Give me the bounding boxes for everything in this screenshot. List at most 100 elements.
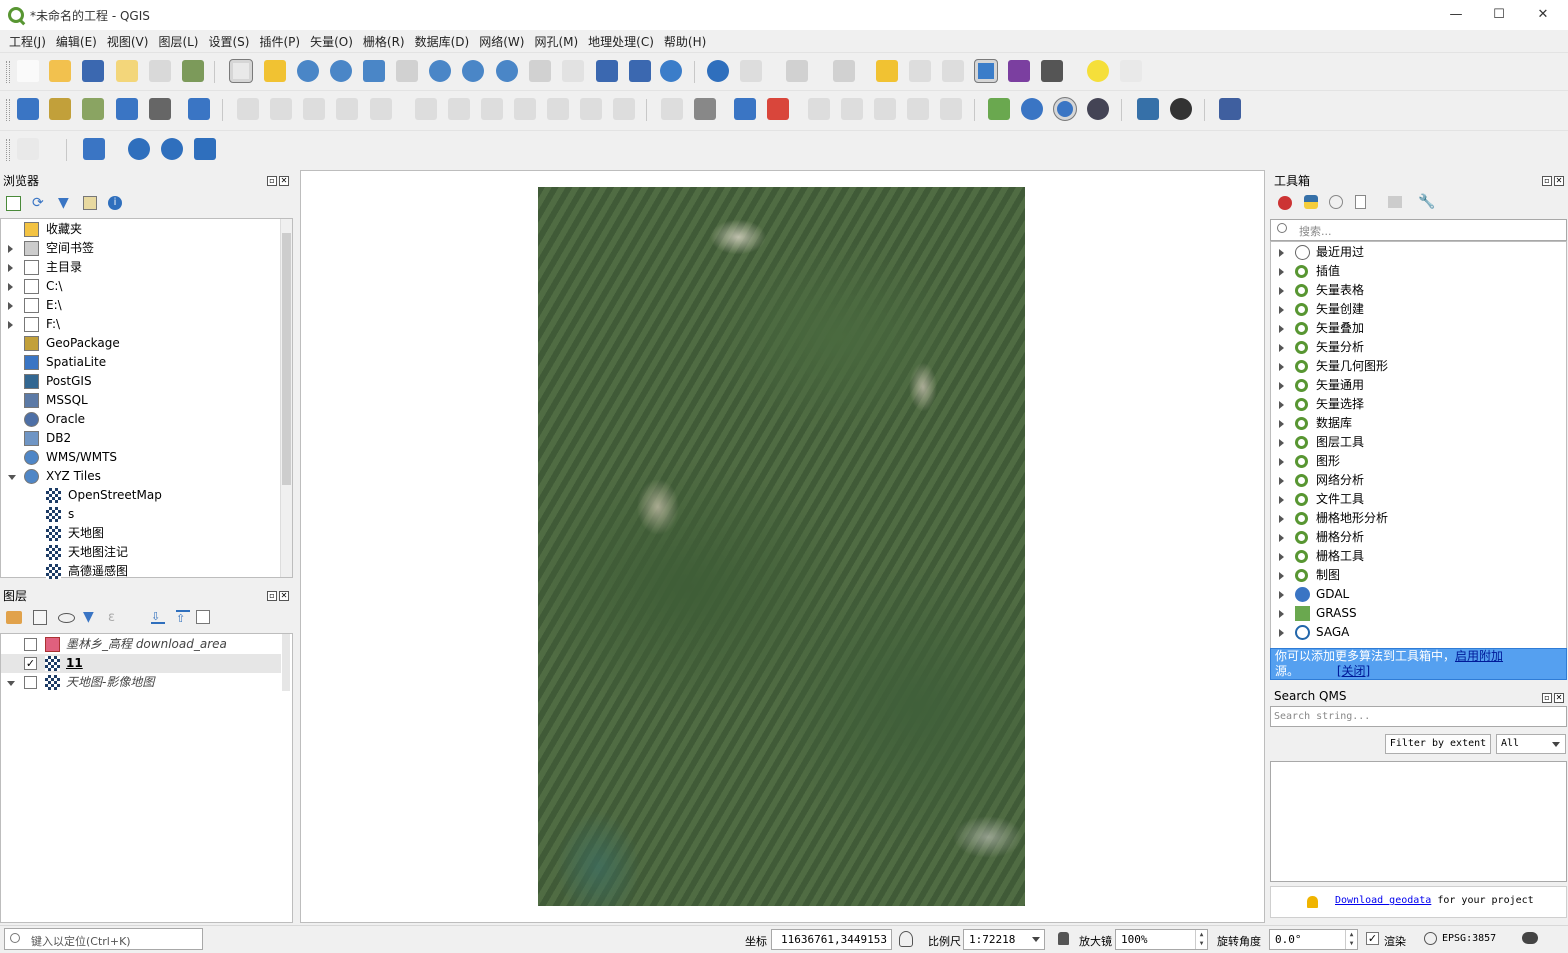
browser-item[interactable]: 高德遥感图 (1, 562, 279, 581)
toolbar-handle[interactable] (6, 139, 10, 161)
select-by-value-icon[interactable] (833, 60, 855, 82)
expand-arrow-icon[interactable] (1279, 382, 1284, 390)
deselect-icon[interactable] (876, 60, 898, 82)
menu-item[interactable]: 插件(P) (254, 30, 305, 52)
layer-row[interactable]: ✓ 11 (1, 654, 281, 673)
new-bookmark-icon[interactable] (596, 60, 618, 82)
menu-item[interactable]: 地理处理(C) (583, 30, 659, 52)
menu-item[interactable]: 网络(W) (474, 30, 529, 52)
redo-icon[interactable] (613, 98, 635, 120)
expand-arrow-icon[interactable] (1279, 458, 1284, 466)
label-toolbar-icon[interactable] (661, 98, 683, 120)
expand-arrow-icon[interactable] (1279, 420, 1284, 428)
toolbox-provider-item[interactable]: 栅格地形分析 (1271, 509, 1561, 528)
browser-item[interactable]: E:\ (1, 296, 279, 315)
style-manager-icon[interactable] (6, 611, 22, 624)
maximize-button[interactable]: ☐ (1484, 4, 1514, 26)
zoom-next-icon[interactable] (529, 60, 551, 82)
magnifier-field[interactable]: 100% ▲ ▼ (1115, 929, 1208, 950)
zoom-to-layer-icon[interactable] (429, 60, 451, 82)
toolbox-provider-item[interactable]: 矢量创建 (1271, 300, 1561, 319)
toolbox-provider-item[interactable]: 制图 (1271, 566, 1561, 585)
layer-visibility-checkbox[interactable] (24, 638, 37, 651)
qms-filter-select[interactable]: All (1496, 734, 1566, 754)
crs-globe-icon[interactable] (1424, 932, 1437, 945)
qms-results-list[interactable] (1270, 761, 1567, 882)
layer-styling-icon[interactable] (83, 138, 105, 160)
layers-dock-buttons[interactable]: ▫ ✕ (265, 587, 291, 601)
eye-icon[interactable] (58, 613, 75, 623)
show-bookmarks-icon[interactable] (629, 60, 651, 82)
change-label-icon[interactable] (940, 98, 962, 120)
download-geodata-link[interactable]: Download geodata (1335, 895, 1431, 906)
cut-features-icon[interactable] (481, 98, 503, 120)
menu-item[interactable]: 矢量(O) (305, 30, 358, 52)
pan-to-selection-icon[interactable] (264, 60, 286, 82)
toolbox-provider-item[interactable]: GDAL (1271, 585, 1561, 604)
browser-item[interactable]: C:\ (1, 277, 279, 296)
toolbox-provider-item[interactable]: 图形 (1271, 452, 1561, 471)
python-scripts-icon[interactable] (1304, 195, 1318, 209)
layer-row[interactable]: 墨林乡_高程 download_area (1, 635, 281, 654)
expand-arrow-icon[interactable] (1279, 287, 1284, 295)
collapse-arrow-icon[interactable] (8, 475, 16, 480)
toolbox-provider-item[interactable]: 最近用过 (1271, 243, 1561, 262)
layer-visibility-checkbox[interactable] (24, 676, 37, 689)
action-icon[interactable] (740, 60, 762, 82)
refresh-icon[interactable]: ⟳ (32, 195, 44, 211)
toolbox-provider-item[interactable]: 矢量通用 (1271, 376, 1561, 395)
expand-arrow-icon[interactable] (1279, 496, 1284, 504)
data-source-manager-icon[interactable] (17, 98, 39, 120)
expand-arrow-icon[interactable] (1279, 249, 1284, 257)
settings-gear-icon[interactable] (128, 138, 150, 160)
toolbox-provider-item[interactable]: 矢量分析 (1271, 338, 1561, 357)
filter-by-extent-button[interactable]: Filter by extent (1385, 734, 1491, 754)
measure-icon[interactable] (1041, 60, 1063, 82)
georeferencer-triangle-icon[interactable] (988, 98, 1010, 120)
new-spatialite-layer-icon[interactable] (116, 98, 138, 120)
pin-labels-icon[interactable] (808, 98, 830, 120)
qms-dock-buttons[interactable]: ▫ ✕ (1540, 689, 1566, 703)
collapse-arrow-icon[interactable] (7, 681, 15, 686)
zoom-in-icon[interactable] (297, 60, 319, 82)
expand-arrow-icon[interactable] (1279, 439, 1284, 447)
browser-item[interactable]: F:\ (1, 315, 279, 334)
browser-item[interactable]: 天地图 (1, 524, 279, 543)
new-map-view-icon[interactable] (562, 60, 584, 82)
browser-dock-buttons[interactable]: ▫ ✕ (265, 172, 291, 186)
expand-arrow-icon[interactable] (1279, 268, 1284, 276)
toolbox-provider-item[interactable]: 栅格工具 (1271, 547, 1561, 566)
vertex-tool-icon[interactable] (370, 98, 392, 120)
rotation-field[interactable]: 0.0° ▲ ▼ (1269, 929, 1358, 950)
toolbox-provider-item[interactable]: 图层工具 (1271, 433, 1561, 452)
toolbox-dock-buttons[interactable]: ▫ ✕ (1540, 172, 1566, 186)
layer-labeling-icon[interactable] (767, 98, 789, 120)
pan-map-icon[interactable] (229, 59, 253, 83)
menu-item[interactable]: 视图(V) (102, 30, 154, 52)
toolbox-provider-item[interactable]: 网络分析 (1271, 471, 1561, 490)
zoom-last-icon[interactable] (496, 60, 518, 82)
expand-arrow-icon[interactable] (1279, 534, 1284, 542)
expression-filter-icon[interactable]: ε (108, 610, 115, 625)
zoom-native-icon[interactable] (462, 60, 484, 82)
browser-item[interactable]: MSSQL (1, 391, 279, 410)
toolbox-provider-item[interactable]: SAGA (1271, 623, 1561, 642)
browser-item[interactable]: PostGIS (1, 372, 279, 391)
browser-item[interactable]: 收藏夹 (1, 220, 279, 239)
filter-icon[interactable]: ▼ (58, 195, 69, 211)
messages-icon[interactable] (1522, 932, 1538, 944)
refresh-icon[interactable] (660, 60, 682, 82)
expand-all-icon[interactable]: ⇩ (151, 610, 165, 624)
add-feature-icon[interactable] (336, 98, 358, 120)
crs-button[interactable]: EPSG:3857 (1442, 933, 1496, 944)
qms-search-icon[interactable] (1053, 97, 1077, 121)
processing-toolbox-icon[interactable] (974, 59, 998, 83)
select-features-icon[interactable] (786, 60, 808, 82)
toolbar-handle[interactable] (6, 61, 10, 83)
diagram-options-icon[interactable] (694, 98, 716, 120)
add-selected-icon[interactable] (6, 196, 21, 211)
current-edits-icon[interactable] (237, 98, 259, 120)
online-tiles-icon[interactable] (1087, 98, 1109, 120)
save-project-icon[interactable] (82, 60, 104, 82)
zoom-out-icon[interactable] (330, 60, 352, 82)
